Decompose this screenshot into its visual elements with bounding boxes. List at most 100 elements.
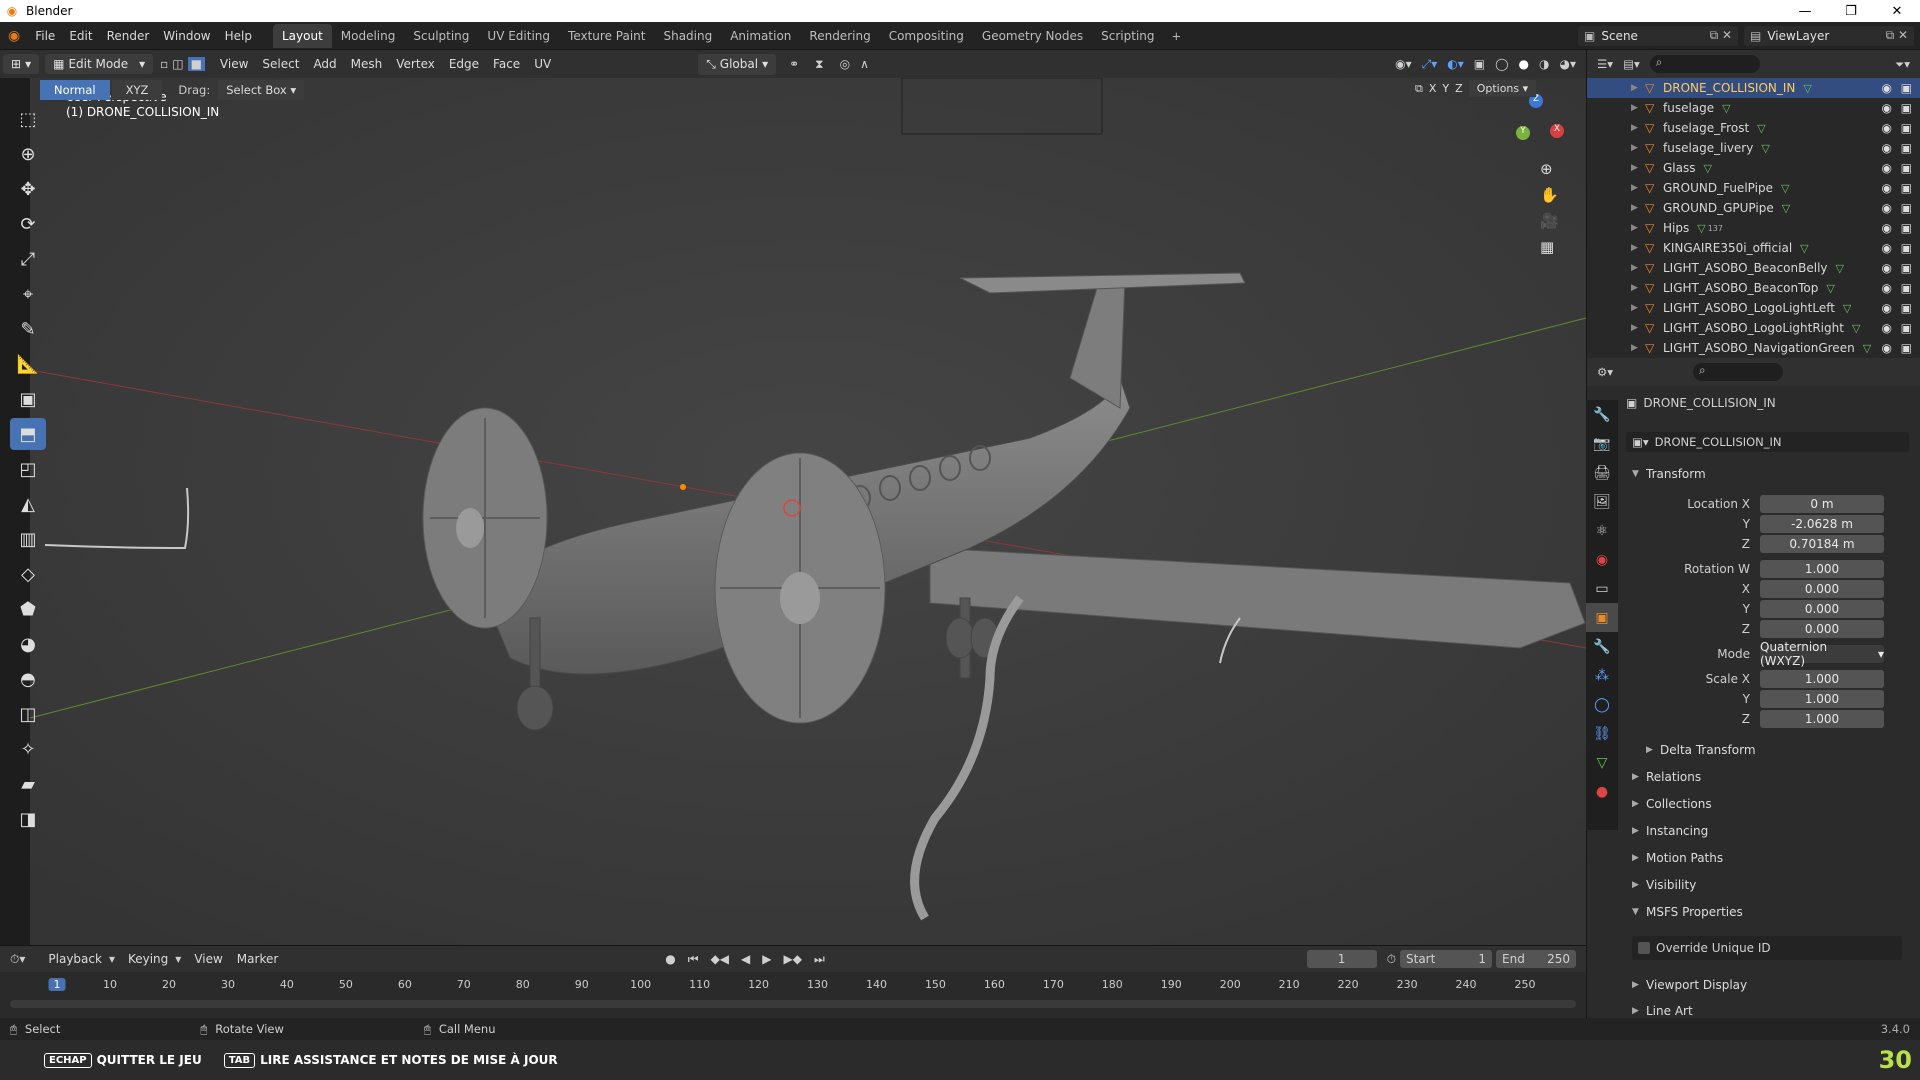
menu-view[interactable]: View <box>213 57 255 71</box>
eye-icon[interactable]: ◉ <box>1882 281 1892 295</box>
blender-menu-icon[interactable]: ◉ <box>0 28 28 44</box>
normal-toggle[interactable]: Normal <box>40 80 110 100</box>
xray-icon[interactable]: ▣ <box>1474 57 1485 71</box>
next-keyframe-icon[interactable]: ▶◆ <box>784 952 802 966</box>
override-unique-id-checkbox[interactable] <box>1638 942 1650 954</box>
outliner-item[interactable]: ▶ ▽ LIGHT_ASOBO_NavigationGreen ▽ ◉ ▣ <box>1587 338 1920 358</box>
measure-tool-icon[interactable]: 📐 <box>10 348 46 380</box>
knife-tool-icon[interactable]: ◇ <box>10 558 46 590</box>
object-name-field[interactable]: ▣▾ DRONE_COLLISION_IN <box>1626 432 1909 452</box>
shrink-fatten-tool-icon[interactable]: ✧ <box>10 733 46 765</box>
tab-rendering[interactable]: Rendering <box>800 24 879 48</box>
relations-section[interactable]: ▶ Relations <box>1632 766 1906 788</box>
rotation-x-field[interactable]: 0.000 <box>1760 580 1884 598</box>
editor-type-button[interactable]: ⊞ ▾ <box>3 54 40 74</box>
transform-section[interactable]: ▼ Transform <box>1632 463 1906 485</box>
xyz-toggle[interactable]: XYZ <box>111 80 163 100</box>
tab-animation[interactable]: Animation <box>721 24 800 48</box>
rendered-shading-icon[interactable]: ◕▾ <box>1560 57 1577 71</box>
outliner-item[interactable]: ▶ ▽ Glass ▽ ◉ ▣ <box>1587 158 1920 178</box>
msfs-properties-section[interactable]: ▼ MSFS Properties <box>1632 901 1906 923</box>
pivot-icon[interactable]: ⚭ <box>789 57 799 71</box>
transform-tool-icon[interactable]: ⌖ <box>10 278 46 310</box>
prev-keyframe-icon[interactable]: ◆◀ <box>711 952 729 966</box>
view-layer-tab-icon[interactable]: 🖼 <box>1586 487 1618 516</box>
solid-shading-icon[interactable]: ● <box>1519 57 1529 71</box>
scene-tab-icon[interactable]: ⚛ <box>1586 516 1618 545</box>
zoom-icon[interactable]: ⊕ <box>1540 160 1559 178</box>
render-camera-icon[interactable]: ▣ <box>1901 121 1912 135</box>
mirror-y-toggle[interactable]: Y <box>1442 82 1449 95</box>
current-frame-marker[interactable]: 1 <box>48 978 66 991</box>
move-tool-icon[interactable]: ✥ <box>10 173 46 205</box>
start-frame-field[interactable]: Start 1 <box>1400 950 1492 968</box>
jump-start-icon[interactable]: ⏮ <box>688 952 699 967</box>
edge-slide-tool-icon[interactable]: ◫ <box>10 698 46 730</box>
visibility-section[interactable]: ▶ Visibility <box>1632 874 1906 896</box>
tab-geometry-nodes[interactable]: Geometry Nodes <box>973 24 1092 48</box>
timeline-editor-icon[interactable]: ⏱▾ <box>10 952 25 967</box>
outliner-item[interactable]: ▶ ▽ LIGHT_ASOBO_LogoLightLeft ▽ ◉ ▣ <box>1587 298 1920 318</box>
tab-modeling[interactable]: Modeling <box>332 24 405 48</box>
navigation-gizmo[interactable]: Z X Y <box>1506 94 1566 156</box>
eye-icon[interactable]: ◉ <box>1882 101 1892 115</box>
eye-icon[interactable]: ◉ <box>1882 141 1892 155</box>
jump-end-icon[interactable]: ⏭ <box>814 952 825 967</box>
minimize-button[interactable]: — <box>1782 4 1828 19</box>
mirror-z-toggle[interactable]: Z <box>1455 82 1463 95</box>
eye-icon[interactable]: ◉ <box>1882 121 1892 135</box>
end-frame-field[interactable]: End 250 <box>1496 950 1576 968</box>
expand-arrow-icon[interactable]: ▶ <box>1631 123 1645 133</box>
outliner-editor-icon[interactable]: ☰▾ <box>1597 57 1613 71</box>
bevel-tool-icon[interactable]: ◭ <box>10 488 46 520</box>
smooth-tool-icon[interactable]: ◓ <box>10 663 46 695</box>
motion-paths-section[interactable]: ▶ Motion Paths <box>1632 847 1906 869</box>
menu-edge[interactable]: Edge <box>442 57 486 71</box>
eye-icon[interactable]: ◉ <box>1882 301 1892 315</box>
orientation-dropdown[interactable]: ⤡ Global ▾ <box>698 53 777 75</box>
tab-shading[interactable]: Shading <box>654 24 721 48</box>
tab-texture-paint[interactable]: Texture Paint <box>559 24 654 48</box>
expand-arrow-icon[interactable]: ▶ <box>1631 303 1645 313</box>
menu-face[interactable]: Face <box>486 57 527 71</box>
expand-arrow-icon[interactable]: ▶ <box>1631 163 1645 173</box>
timeline-ruler[interactable]: 1 10 20 30 40 50 60 70 80 90 100 110 120 130 140 150 160… <box>0 976 1586 996</box>
filter-icon[interactable]: ⏷▾ <box>1895 57 1910 72</box>
3d-viewport[interactable]: User Perspective (1) DRONE_COLLISION_IN … <box>30 78 1586 945</box>
menu-help[interactable]: Help <box>218 29 259 43</box>
rotate-tool-icon[interactable]: ⟳ <box>10 208 46 240</box>
expand-arrow-icon[interactable]: ▶ <box>1631 283 1645 293</box>
rotation-w-field[interactable]: 1.000 <box>1760 560 1884 578</box>
properties-editor-icon[interactable]: ⚙▾ <box>1597 365 1613 379</box>
output-tab-icon[interactable]: 🖨 <box>1586 458 1618 487</box>
expand-arrow-icon[interactable]: ▶ <box>1631 223 1645 233</box>
tab-scripting[interactable]: Scripting <box>1092 24 1163 48</box>
timeline-scrollbar[interactable] <box>10 1000 1576 1008</box>
expand-arrow-icon[interactable]: ▶ <box>1631 203 1645 213</box>
outliner-item[interactable]: ▶ ▽ GROUND_FuelPipe ▽ ◉ ▣ <box>1587 178 1920 198</box>
wireframe-shading-icon[interactable]: ◯ <box>1495 57 1508 71</box>
render-camera-icon[interactable]: ▣ <box>1901 161 1912 175</box>
scale-tool-icon[interactable]: ⤢ <box>10 243 46 275</box>
timeline-menu-keying[interactable]: Keying <box>121 952 175 966</box>
expand-arrow-icon[interactable]: ▶ <box>1631 103 1645 113</box>
loop-cut-tool-icon[interactable]: ▥ <box>10 523 46 555</box>
play-reverse-icon[interactable]: ◀ <box>741 952 750 966</box>
select-box-tool-icon[interactable]: ⬚ <box>10 103 46 135</box>
tab-sculpting[interactable]: Sculpting <box>404 24 478 48</box>
preview-range-icon[interactable]: ⏱ <box>1387 952 1396 967</box>
display-mode-icon[interactable]: ▤▾ <box>1623 57 1640 71</box>
drag-select-dropdown[interactable]: Select Box ▾ <box>218 80 305 100</box>
constraints-tab-icon[interactable]: ⛓ <box>1586 719 1618 748</box>
material-shading-icon[interactable]: ◑ <box>1539 57 1549 71</box>
menu-edit[interactable]: Edit <box>62 29 99 43</box>
overlays-icon[interactable]: ◐▾ <box>1447 57 1464 71</box>
falloff-icon[interactable]: ∧ <box>860 57 869 71</box>
scale-y-field[interactable]: 1.000 <box>1760 690 1884 708</box>
scale-x-field[interactable]: 1.000 <box>1760 670 1884 688</box>
pan-hand-icon[interactable]: ✋ <box>1540 186 1559 204</box>
annotate-tool-icon[interactable]: ✎ <box>10 313 46 345</box>
eye-icon[interactable]: ◉ <box>1882 241 1892 255</box>
expand-arrow-icon[interactable]: ▶ <box>1631 243 1645 253</box>
menu-window[interactable]: Window <box>156 29 217 43</box>
